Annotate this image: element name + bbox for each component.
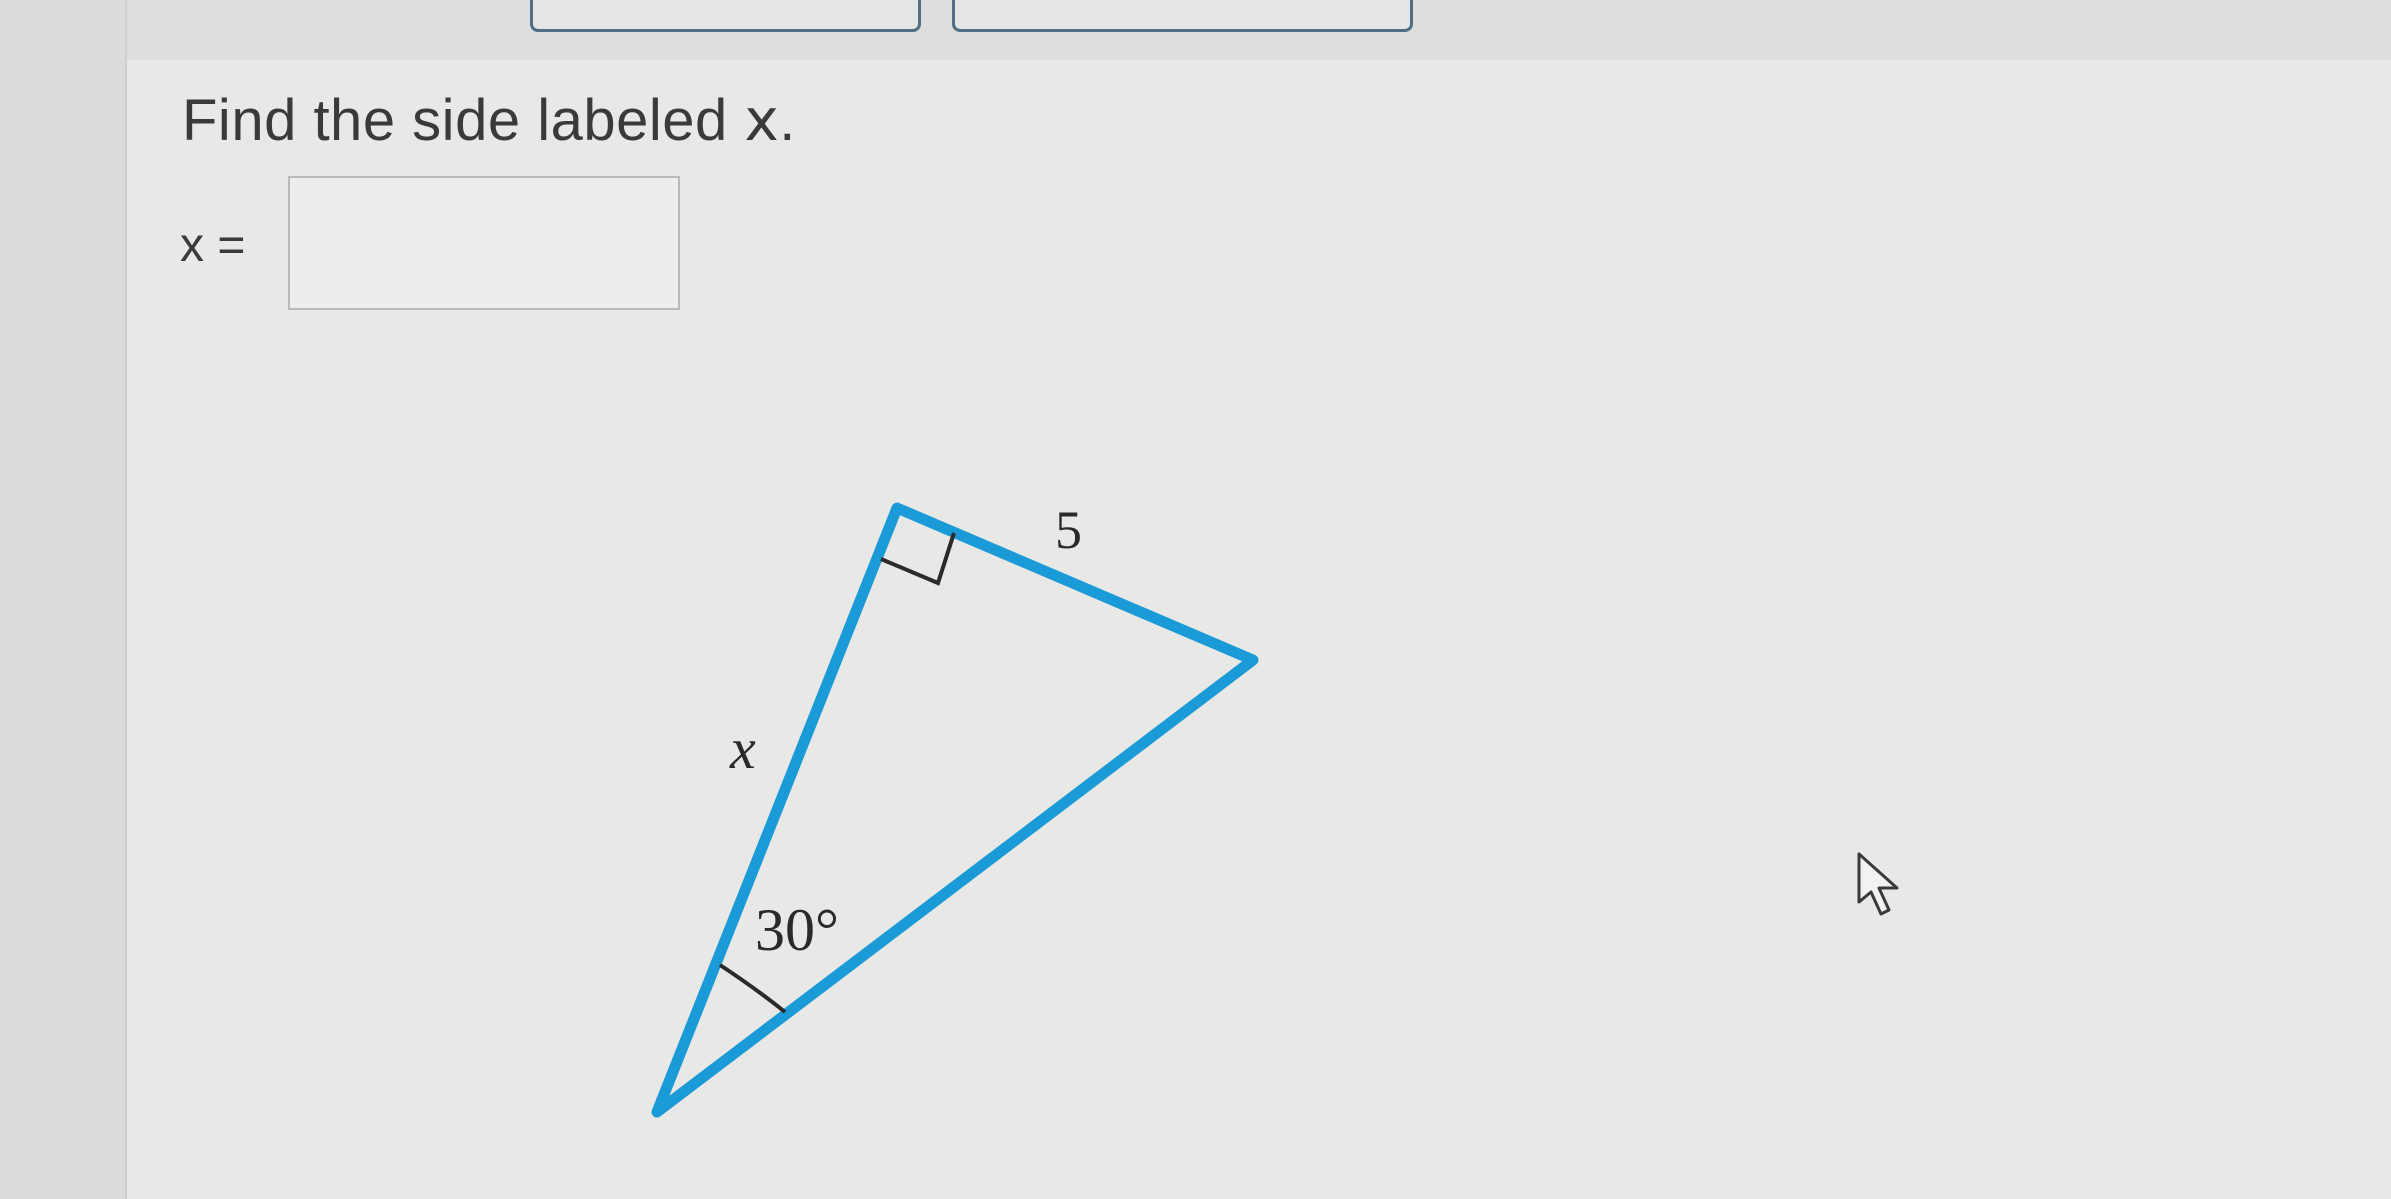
triangle-outline: [651, 502, 1259, 1118]
right-angle-marker: [880, 532, 956, 586]
hypotenuse-label: 5: [1055, 500, 1082, 560]
triangle-figure: x 5 30°: [651, 500, 1259, 1118]
side-x-label: x: [729, 716, 756, 781]
mouse-cursor-icon: [1857, 852, 1899, 916]
angle-arc: [718, 963, 787, 1014]
angle-label: 30°: [755, 897, 839, 963]
